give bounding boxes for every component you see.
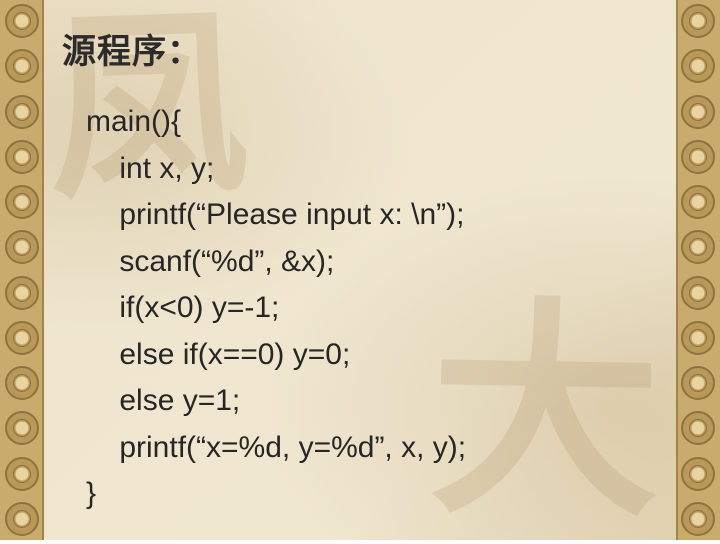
decorative-border-right: [676, 0, 720, 540]
coin-motif-icon: [681, 140, 715, 174]
code-block: main(){ int x, y; printf(“Please input x…: [62, 99, 658, 518]
coin-motif-icon: [5, 185, 39, 219]
coin-motif-icon: [5, 457, 39, 491]
coin-motif-icon: [5, 321, 39, 355]
coin-motif-icon: [681, 411, 715, 445]
coin-motif-icon: [5, 49, 39, 83]
coin-motif-icon: [5, 230, 39, 264]
slide: 凤 大 源程序： main(){ int x, y; printf(“Pleas…: [0, 0, 720, 540]
coin-motif-icon: [681, 502, 715, 536]
coin-motif-icon: [5, 502, 39, 536]
coin-motif-icon: [5, 95, 39, 129]
coin-motif-icon: [5, 4, 39, 38]
coin-motif-icon: [681, 49, 715, 83]
coin-motif-icon: [681, 4, 715, 38]
coin-motif-icon: [681, 95, 715, 129]
coin-motif-icon: [5, 366, 39, 400]
coin-motif-icon: [681, 457, 715, 491]
coin-motif-icon: [5, 276, 39, 310]
coin-motif-icon: [681, 185, 715, 219]
content-area: 源程序： main(){ int x, y; printf(“Please in…: [44, 0, 676, 540]
coin-motif-icon: [681, 230, 715, 264]
coin-motif-icon: [681, 366, 715, 400]
decorative-border-left: [0, 0, 44, 540]
coin-motif-icon: [681, 276, 715, 310]
coin-motif-icon: [681, 321, 715, 355]
coin-motif-icon: [5, 411, 39, 445]
section-heading: 源程序：: [62, 24, 658, 73]
coin-motif-icon: [5, 140, 39, 174]
